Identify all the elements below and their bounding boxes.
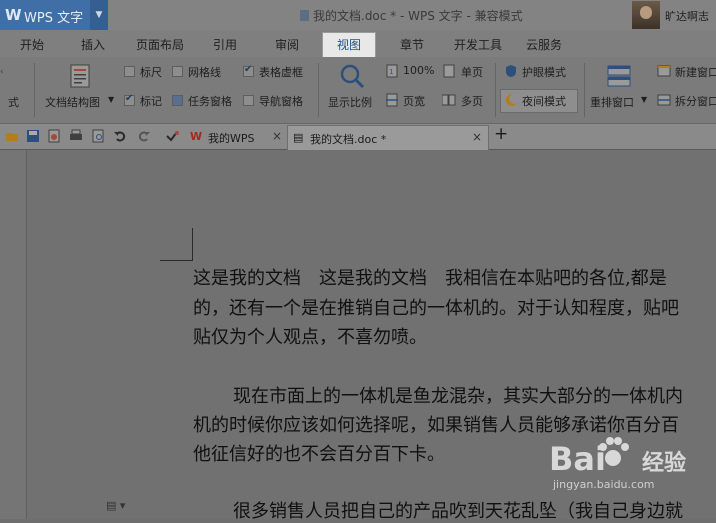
single-page-icon — [443, 64, 455, 78]
document-icon — [300, 10, 309, 21]
close-icon[interactable]: × — [272, 129, 282, 143]
quick-toolbar: W 我的WPS × ▤ 我的文档.doc * × + — [0, 124, 716, 150]
doc-tab-my-wps[interactable]: W 我的WPS × — [186, 125, 286, 149]
print-icon[interactable] — [69, 129, 83, 143]
wps-logo-icon: W — [5, 6, 22, 24]
nav-pane-checkbox[interactable] — [243, 95, 254, 106]
close-icon[interactable]: × — [472, 130, 482, 144]
new-window-button[interactable]: 新建窗口 — [675, 64, 716, 80]
undo-icon[interactable] — [113, 129, 127, 143]
customize-toolbar-icon[interactable] — [165, 129, 179, 143]
redo-icon[interactable] — [137, 129, 151, 143]
tab-page-layout[interactable]: 页面布局 — [136, 36, 184, 53]
split-window-button[interactable]: 拆分窗口 — [675, 93, 716, 109]
bookmark-checkbox[interactable] — [124, 93, 135, 106]
tab-view[interactable]: 视图 — [322, 32, 377, 57]
single-page-button[interactable]: 单页 — [461, 64, 483, 80]
page-icon[interactable]: ▤ ▾ — [106, 499, 125, 512]
page-width-button[interactable]: 页宽 — [403, 93, 425, 109]
app-menu-button[interactable]: W WPS 文字 ▼ — [0, 0, 108, 30]
paw-logo-icon — [599, 437, 629, 466]
tab-references[interactable]: 引用 — [213, 36, 237, 53]
svg-text:1: 1 — [389, 68, 393, 76]
new-window-icon — [657, 65, 671, 77]
table-gridlines-checkbox[interactable] — [243, 64, 254, 77]
paragraph-line: 机的时候你应该如何选择呢，如果销售人员能够承诺你百分百 — [193, 415, 679, 436]
paragraph-line: 贴仅为个人观点，不喜勿喷。 — [193, 327, 427, 348]
ruler-checkbox[interactable] — [124, 66, 135, 77]
vertical-ruler — [0, 150, 27, 519]
paragraph-line: 的，还有一个是在推销自己的一体机的。对于认知程度，贴吧 — [193, 298, 679, 319]
watermark-url: jingyan.baidu.com — [553, 478, 655, 491]
shield-icon — [506, 65, 516, 77]
split-window-icon — [657, 94, 671, 106]
eye-mode-button[interactable]: 护眼模式 — [522, 64, 566, 80]
document-icon: ▤ — [293, 131, 304, 144]
chevron-down-icon[interactable]: ▼ — [108, 95, 114, 104]
page-width-icon — [386, 93, 398, 107]
avatar[interactable] — [632, 1, 660, 29]
bookmark-label: 标记 — [140, 95, 162, 108]
night-mode-button[interactable]: 夜间模式 — [522, 93, 566, 109]
table-gridlines-label: 表格虚框 — [259, 66, 303, 79]
save-icon[interactable] — [26, 129, 40, 143]
zoom-button[interactable]: 显示比例 — [328, 94, 372, 110]
export-pdf-icon[interactable] — [47, 129, 61, 143]
print-preview-icon[interactable] — [91, 129, 105, 143]
add-tab-button[interactable]: + — [494, 124, 508, 148]
gridlines-checkbox[interactable] — [172, 66, 183, 77]
ribbon-view: ‹ 式 文档结构图 ▼ 标尺 网格线 表格虚框 标记 任务窗格 导航窗格 显示比… — [0, 57, 716, 124]
chevron-down-icon[interactable]: ▼ — [641, 95, 647, 104]
user-account[interactable]: 旷达啊志 — [632, 0, 716, 30]
menu-tabs: 开始 插入 页面布局 引用 审阅 视图 章节 开发工具 云服务 — [0, 30, 716, 57]
paragraph-line: 很多销售人员把自己的产品吹到天花乱坠（我自己身边就 — [233, 501, 683, 522]
user-name: 旷达啊志 — [665, 10, 709, 23]
wps-logo-icon: W — [190, 130, 203, 143]
magnifier-icon[interactable] — [339, 63, 365, 89]
gridlines-label: 网格线 — [188, 66, 221, 79]
app-name: WPS 文字 — [24, 11, 84, 26]
page-margin-mark — [160, 228, 193, 261]
tab-cloud[interactable]: 云服务 — [526, 36, 562, 53]
ribbon-cut-label[interactable]: 式 — [8, 94, 19, 110]
arrange-windows-icon[interactable] — [607, 64, 631, 88]
paragraph-line: 他征信好的也不会百分百下卡。 — [193, 444, 445, 465]
tab-review[interactable]: 审阅 — [275, 36, 299, 53]
multi-page-button[interactable]: 多页 — [461, 93, 483, 109]
task-pane-checkbox[interactable] — [172, 95, 183, 106]
doc-structure-button[interactable]: 文档结构图 — [45, 94, 100, 110]
ruler-label: 标尺 — [140, 66, 162, 79]
tab-home[interactable]: 开始 — [20, 36, 44, 53]
multi-page-icon — [442, 94, 456, 106]
document-structure-icon[interactable] — [68, 64, 92, 88]
arrange-windows-button[interactable]: 重排窗口 — [590, 94, 634, 110]
moon-icon — [505, 93, 517, 106]
doc-tab-my-document[interactable]: ▤ 我的文档.doc * × — [287, 125, 489, 150]
zoom-100-icon: 1 — [386, 64, 398, 78]
tab-chapter[interactable]: 章节 — [400, 36, 424, 53]
tab-insert[interactable]: 插入 — [81, 36, 105, 53]
title-bar: W WPS 文字 ▼ 我的文档.doc * - WPS 文字 - 兼容模式 旷达… — [0, 0, 716, 30]
open-folder-icon[interactable] — [5, 129, 19, 143]
zoom-100-button[interactable]: 100% — [403, 64, 434, 77]
nav-pane-label: 导航窗格 — [259, 95, 303, 108]
paragraph-line: 现在市面上的一体机是鱼龙混杂，其实大部分的一体机内 — [233, 386, 683, 407]
task-pane-label: 任务窗格 — [188, 95, 232, 108]
paragraph-line: 这是我的文档 这是我的文档 我相信在本贴吧的各位,都是 — [193, 268, 667, 289]
chevron-down-icon[interactable]: ▼ — [90, 0, 108, 30]
tab-developer[interactable]: 开发工具 — [454, 36, 502, 53]
window-title: 我的文档.doc * - WPS 文字 - 兼容模式 — [300, 7, 523, 24]
chevron-left-icon[interactable]: ‹ — [0, 67, 4, 77]
